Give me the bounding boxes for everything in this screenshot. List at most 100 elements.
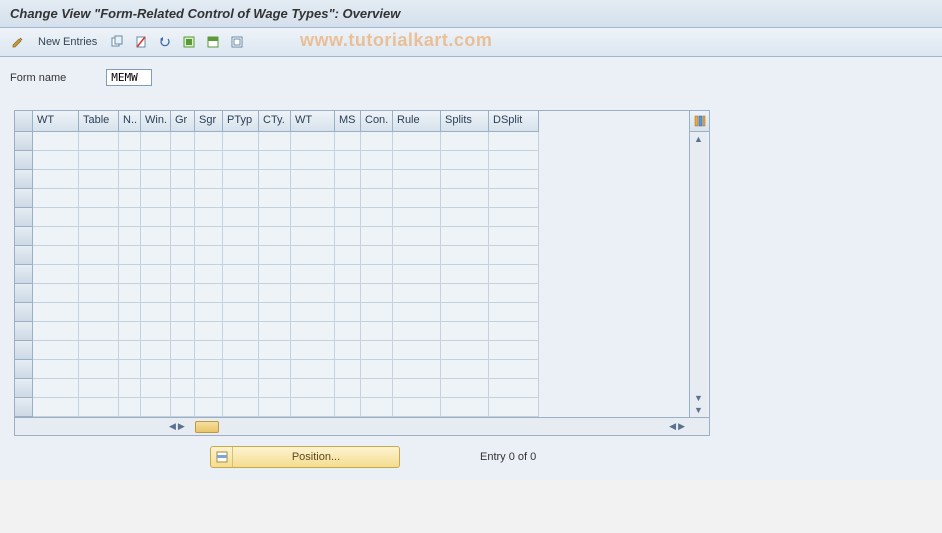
cell-rule[interactable] bbox=[393, 189, 441, 208]
cell-ptyp[interactable] bbox=[223, 189, 259, 208]
column-header-wt2[interactable]: WT bbox=[291, 111, 335, 132]
cell-sgr[interactable] bbox=[195, 284, 223, 303]
row-header[interactable] bbox=[15, 227, 33, 246]
cell-wt2[interactable] bbox=[291, 265, 335, 284]
cell-con[interactable] bbox=[361, 151, 393, 170]
cell-dsplit[interactable] bbox=[489, 360, 539, 379]
row-header[interactable] bbox=[15, 189, 33, 208]
cell-wt2[interactable] bbox=[291, 189, 335, 208]
cell-splits[interactable] bbox=[441, 170, 489, 189]
cell-splits[interactable] bbox=[441, 132, 489, 151]
cell-sgr[interactable] bbox=[195, 341, 223, 360]
cell-gr[interactable] bbox=[171, 398, 195, 417]
cell-ms[interactable] bbox=[335, 379, 361, 398]
cell-ptyp[interactable] bbox=[223, 398, 259, 417]
delete-icon[interactable] bbox=[131, 32, 151, 52]
cell-sgr[interactable] bbox=[195, 151, 223, 170]
cell-sgr[interactable] bbox=[195, 322, 223, 341]
cell-sgr[interactable] bbox=[195, 303, 223, 322]
cell-ptyp[interactable] bbox=[223, 208, 259, 227]
column-header-dsplit[interactable]: DSplit bbox=[489, 111, 539, 132]
cell-gr[interactable] bbox=[171, 284, 195, 303]
row-header[interactable] bbox=[15, 303, 33, 322]
cell-dsplit[interactable] bbox=[489, 303, 539, 322]
cell-table[interactable] bbox=[79, 341, 119, 360]
cell-win[interactable] bbox=[141, 303, 171, 322]
vertical-scrollbar[interactable]: ▲ ▼ ▼ bbox=[689, 132, 707, 417]
cell-rule[interactable] bbox=[393, 322, 441, 341]
cell-cty[interactable] bbox=[259, 303, 291, 322]
row-header[interactable] bbox=[15, 379, 33, 398]
cell-con[interactable] bbox=[361, 360, 393, 379]
row-header[interactable] bbox=[15, 360, 33, 379]
cell-ms[interactable] bbox=[335, 246, 361, 265]
cell-wt1[interactable] bbox=[33, 360, 79, 379]
form-name-value[interactable]: MEMW bbox=[106, 69, 152, 86]
cell-gr[interactable] bbox=[171, 151, 195, 170]
scroll-right-end-icon[interactable]: ▶ bbox=[678, 421, 685, 432]
cell-ms[interactable] bbox=[335, 303, 361, 322]
cell-dsplit[interactable] bbox=[489, 246, 539, 265]
cell-table[interactable] bbox=[79, 322, 119, 341]
cell-cty[interactable] bbox=[259, 189, 291, 208]
cell-con[interactable] bbox=[361, 322, 393, 341]
cell-cty[interactable] bbox=[259, 208, 291, 227]
cell-n[interactable] bbox=[119, 151, 141, 170]
cell-ms[interactable] bbox=[335, 265, 361, 284]
cell-wt1[interactable] bbox=[33, 303, 79, 322]
scroll-left-icon[interactable]: ◀ bbox=[169, 421, 176, 432]
cell-ms[interactable] bbox=[335, 227, 361, 246]
cell-n[interactable] bbox=[119, 246, 141, 265]
cell-cty[interactable] bbox=[259, 360, 291, 379]
cell-table[interactable] bbox=[79, 360, 119, 379]
cell-wt2[interactable] bbox=[291, 132, 335, 151]
cell-n[interactable] bbox=[119, 208, 141, 227]
column-header-sgr[interactable]: Sgr bbox=[195, 111, 223, 132]
cell-win[interactable] bbox=[141, 227, 171, 246]
cell-wt1[interactable] bbox=[33, 170, 79, 189]
column-header-win[interactable]: Win. bbox=[141, 111, 171, 132]
cell-splits[interactable] bbox=[441, 246, 489, 265]
cell-gr[interactable] bbox=[171, 379, 195, 398]
cell-ptyp[interactable] bbox=[223, 227, 259, 246]
cell-n[interactable] bbox=[119, 132, 141, 151]
cell-dsplit[interactable] bbox=[489, 265, 539, 284]
cell-dsplit[interactable] bbox=[489, 379, 539, 398]
cell-splits[interactable] bbox=[441, 379, 489, 398]
cell-gr[interactable] bbox=[171, 189, 195, 208]
cell-ms[interactable] bbox=[335, 170, 361, 189]
cell-wt2[interactable] bbox=[291, 303, 335, 322]
column-header-rule[interactable]: Rule bbox=[393, 111, 441, 132]
cell-wt2[interactable] bbox=[291, 170, 335, 189]
cell-con[interactable] bbox=[361, 227, 393, 246]
deselect-all-icon[interactable] bbox=[227, 32, 247, 52]
undo-icon[interactable] bbox=[155, 32, 175, 52]
cell-ms[interactable] bbox=[335, 208, 361, 227]
cell-ptyp[interactable] bbox=[223, 246, 259, 265]
cell-wt1[interactable] bbox=[33, 227, 79, 246]
select-block-icon[interactable] bbox=[203, 32, 223, 52]
cell-sgr[interactable] bbox=[195, 246, 223, 265]
grid-corner[interactable] bbox=[15, 111, 33, 132]
cell-cty[interactable] bbox=[259, 265, 291, 284]
cell-con[interactable] bbox=[361, 303, 393, 322]
cell-cty[interactable] bbox=[259, 132, 291, 151]
cell-rule[interactable] bbox=[393, 379, 441, 398]
cell-wt1[interactable] bbox=[33, 398, 79, 417]
cell-ptyp[interactable] bbox=[223, 360, 259, 379]
cell-splits[interactable] bbox=[441, 189, 489, 208]
cell-ptyp[interactable] bbox=[223, 170, 259, 189]
select-all-icon[interactable] bbox=[179, 32, 199, 52]
cell-table[interactable] bbox=[79, 151, 119, 170]
cell-rule[interactable] bbox=[393, 246, 441, 265]
cell-con[interactable] bbox=[361, 246, 393, 265]
cell-gr[interactable] bbox=[171, 360, 195, 379]
cell-splits[interactable] bbox=[441, 208, 489, 227]
cell-cty[interactable] bbox=[259, 246, 291, 265]
cell-wt2[interactable] bbox=[291, 246, 335, 265]
cell-win[interactable] bbox=[141, 265, 171, 284]
cell-wt1[interactable] bbox=[33, 322, 79, 341]
cell-gr[interactable] bbox=[171, 341, 195, 360]
cell-ms[interactable] bbox=[335, 360, 361, 379]
cell-dsplit[interactable] bbox=[489, 227, 539, 246]
